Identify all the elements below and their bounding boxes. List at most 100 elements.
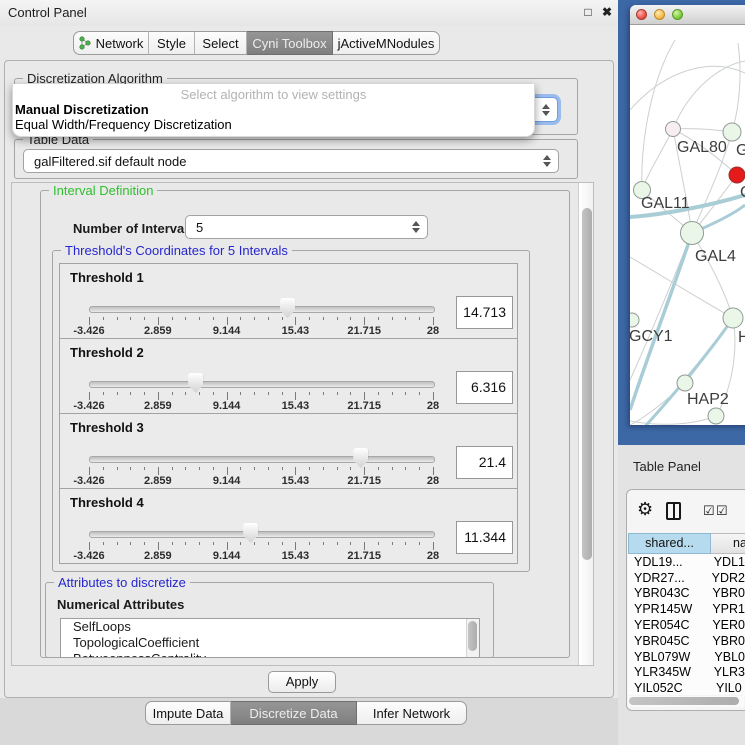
attribute-item[interactable]: BetweennessCentrality	[61, 651, 479, 658]
threshold-value-field[interactable]: 14.713	[456, 296, 513, 329]
network-node[interactable]	[723, 308, 743, 328]
tick-mark	[117, 317, 118, 320]
zoom-window-button[interactable]	[672, 9, 683, 20]
table-cell-shared-name[interactable]: YDL19...	[628, 555, 710, 569]
table-row[interactable]: YER054CYER0	[628, 617, 745, 633]
vertical-scrollbar[interactable]	[578, 183, 593, 665]
network-edge[interactable]	[673, 61, 745, 129]
network-edge[interactable]	[642, 40, 675, 190]
table-row[interactable]: YDL19...YDL1	[628, 554, 745, 570]
network-edge[interactable]	[630, 66, 745, 110]
table-cell-shared-name[interactable]: YBL079W	[628, 650, 710, 664]
table-cell-name[interactable]: YDL1	[710, 555, 745, 569]
list-scrollbar-thumb[interactable]	[468, 621, 477, 651]
attribute-item[interactable]: SelfLoops	[61, 619, 479, 635]
table-cell-name[interactable]: YBR0	[708, 634, 745, 648]
slider-handle[interactable]	[243, 523, 258, 543]
tick-label: 21.715	[347, 550, 381, 562]
network-node[interactable]	[708, 408, 724, 424]
column-header-shared-name[interactable]: shared...	[628, 533, 711, 554]
tick-mark	[309, 542, 310, 545]
slider-track[interactable]	[89, 456, 435, 463]
table-cell-shared-name[interactable]: YIL052C	[628, 681, 712, 695]
table-cell-shared-name[interactable]: YER054C	[628, 618, 708, 632]
table-cell-name[interactable]: YDR2	[708, 571, 745, 585]
tab-infer-network[interactable]: Infer Network	[357, 701, 467, 725]
table-row[interactable]: YBL079WYBL0	[628, 649, 745, 665]
slider-handle[interactable]	[280, 298, 295, 318]
slider-handle[interactable]	[353, 448, 368, 468]
tab-style[interactable]: Style	[149, 31, 195, 55]
table-row[interactable]: YBR043CYBR0	[628, 586, 745, 602]
threshold-value-field[interactable]: 21.4	[456, 446, 513, 479]
slider-handle[interactable]	[188, 373, 203, 393]
table-cell-shared-name[interactable]: YDR27...	[628, 571, 708, 585]
table-row[interactable]: YBR045CYBR0	[628, 633, 745, 649]
table-cell-name[interactable]: YER0	[708, 618, 745, 632]
network-edge[interactable]	[642, 129, 673, 190]
network-edge[interactable]	[732, 43, 740, 132]
network-node[interactable]	[666, 122, 681, 137]
tab-impute-data[interactable]: Impute Data	[145, 701, 231, 725]
tab-cyni-toolbox[interactable]: Cyni Toolbox	[247, 31, 333, 55]
network-node[interactable]	[729, 167, 745, 183]
table-cell-shared-name[interactable]: YBR045C	[628, 634, 708, 648]
network-node[interactable]	[630, 313, 639, 327]
slider-track[interactable]	[89, 531, 435, 538]
tab-jactivemnodules[interactable]: jActiveMNodules	[333, 31, 440, 55]
threshold-value-field[interactable]: 6.316	[456, 371, 513, 404]
tick-mark	[103, 542, 104, 545]
table-data-combobox[interactable]: galFiltered.sif default node	[23, 149, 559, 173]
table-cell-shared-name[interactable]: YPR145W	[628, 602, 708, 616]
table-cell-shared-name[interactable]: YBR043C	[628, 586, 708, 600]
tab-network[interactable]: Network	[73, 31, 149, 55]
column-layout-icon[interactable]	[666, 502, 681, 520]
attribute-item[interactable]: TopologicalCoefficient	[61, 635, 479, 651]
table-row[interactable]: YLR345WYLR3	[628, 665, 745, 681]
tab-select[interactable]: Select	[195, 31, 247, 55]
table-cell-name[interactable]: YBR0	[708, 586, 745, 600]
checkbox-icon[interactable]: ☑	[716, 504, 728, 518]
horizontal-scrollbar[interactable]	[628, 696, 744, 707]
network-canvas[interactable]: GAL80GGAL11CGAL4GCY1HHAP2	[630, 25, 745, 425]
network-edge[interactable]	[692, 233, 733, 318]
tick-label: 9.144	[213, 325, 241, 337]
column-header-name[interactable]: na	[711, 533, 745, 554]
number-of-intervals-combobox[interactable]: 5	[185, 215, 428, 239]
slider-track[interactable]	[89, 381, 435, 388]
table-cell-shared-name[interactable]: YLR345W	[628, 665, 710, 679]
apply-button[interactable]: Apply	[268, 671, 336, 693]
table-cell-name[interactable]: YLR3	[710, 665, 745, 679]
network-window-titlebar[interactable]	[630, 5, 745, 25]
gear-icon[interactable]: ⚙	[637, 499, 653, 519]
close-window-button[interactable]	[636, 9, 647, 20]
dropdown-option-equal-width[interactable]: Equal Width/Frequency Discretization	[15, 117, 232, 132]
attribute-items: SelfLoopsTopologicalCoefficientBetweenne…	[61, 619, 479, 658]
network-node-label: C	[740, 184, 745, 201]
table-row[interactable]: YDR27...YDR2	[628, 570, 745, 586]
horizontal-scrollbar-thumb[interactable]	[629, 697, 739, 705]
tick-mark	[130, 317, 131, 320]
network-node[interactable]	[681, 222, 704, 245]
checkbox-icon[interactable]: ☑	[703, 504, 715, 518]
minimize-window-button[interactable]	[654, 9, 665, 20]
list-scrollbar[interactable]	[466, 619, 479, 657]
tick-mark	[117, 392, 118, 395]
tick-mark	[158, 317, 159, 325]
vertical-scrollbar-thumb[interactable]	[582, 208, 592, 560]
network-node[interactable]	[677, 375, 693, 391]
network-node-label: G	[736, 142, 745, 159]
numerical-attributes-list[interactable]: SelfLoopsTopologicalCoefficientBetweenne…	[60, 618, 480, 658]
table-cell-name[interactable]: YPR1	[708, 602, 745, 616]
float-window-icon[interactable]: □	[580, 4, 596, 20]
table-cell-name[interactable]: YBL0	[710, 650, 745, 664]
slider-track[interactable]	[89, 306, 435, 313]
table-cell-name[interactable]: YIL0	[712, 681, 742, 695]
tick-label: 28	[427, 550, 439, 562]
threshold-value-field[interactable]: 11.344	[456, 521, 513, 554]
table-row[interactable]: YPR145WYPR1	[628, 601, 745, 617]
close-panel-icon[interactable]: ✖	[599, 4, 615, 20]
dropdown-option-manual[interactable]: Manual Discretization	[15, 102, 149, 117]
table-row[interactable]: YIL052CYIL0	[628, 680, 745, 695]
tab-discretize-data[interactable]: Discretize Data	[231, 701, 357, 725]
